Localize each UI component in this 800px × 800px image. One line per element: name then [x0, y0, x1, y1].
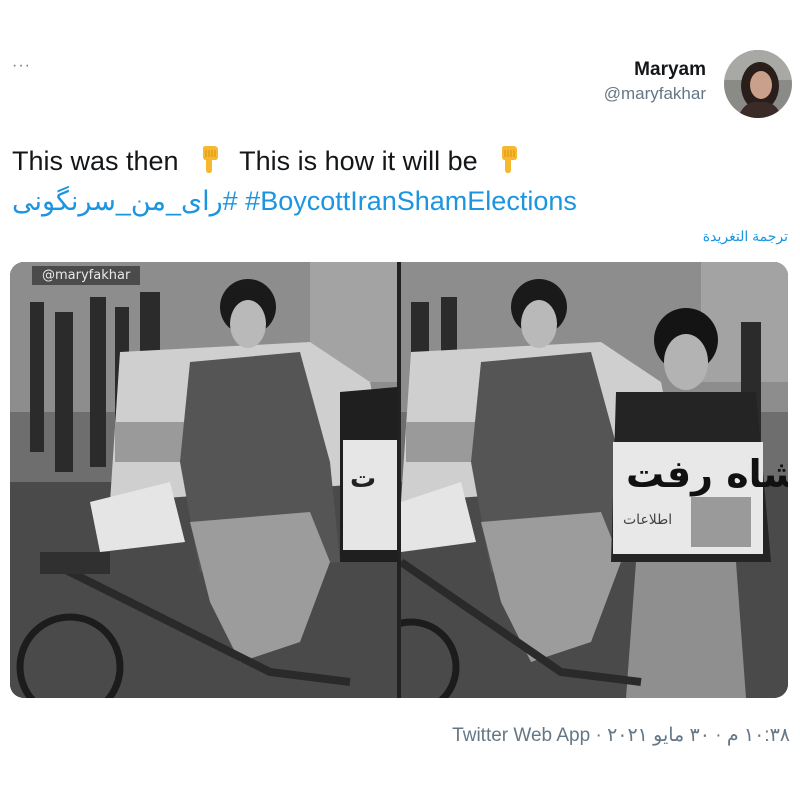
hashtag-link-boycott[interactable]: #BoycottIranShamElections — [245, 186, 577, 216]
avatar[interactable] — [724, 50, 792, 118]
tweet-text: This was then This is how it will be #را… — [12, 141, 792, 221]
photo-now[interactable]: اطلاعات شاه رفت — [401, 262, 788, 698]
author-name[interactable]: Maryam — [604, 58, 706, 82]
photo-now-image: اطلاعات شاه رفت — [401, 262, 788, 698]
tweet-footer: ١٠:٣٨ م · ٣٠ مايو ٢٠٢١ · Twitter Web App — [452, 724, 790, 747]
backhand-index-pointing-down-icon — [203, 146, 219, 173]
footer-separator: · — [590, 725, 608, 746]
photo-then-image: ت — [10, 262, 397, 698]
photo-then[interactable]: ت @maryfakhar — [10, 262, 397, 698]
newspaper-headline: شاه رفت — [626, 452, 788, 496]
svg-text:ت: ت — [350, 464, 376, 494]
photo-watermark: @maryfakhar — [32, 266, 141, 285]
tweet-text-part1: This was then — [12, 146, 179, 176]
author-info[interactable]: Maryam @maryfakhar — [604, 58, 706, 106]
newspaper-masthead: اطلاعات — [623, 512, 672, 528]
more-options-icon[interactable]: ··· — [12, 58, 31, 74]
tweet-source[interactable]: Twitter Web App — [452, 725, 590, 747]
tweet-timestamp[interactable]: ١٠:٣٨ م · ٣٠ مايو ٢٠٢١ — [607, 725, 790, 746]
hashtag-link-persian[interactable]: #رای_من_سرنگونی — [12, 181, 238, 221]
backhand-index-pointing-down-icon — [502, 146, 518, 173]
tweet-text-part2: This is how it will be — [239, 146, 478, 176]
translate-tweet-link[interactable]: ترجمة التغريدة — [703, 228, 788, 245]
tweet-media[interactable]: ت @maryfakhar اطلاعات شاه رفت — [10, 262, 788, 698]
avatar-image — [724, 50, 792, 118]
author-handle[interactable]: @maryfakhar — [604, 82, 706, 106]
